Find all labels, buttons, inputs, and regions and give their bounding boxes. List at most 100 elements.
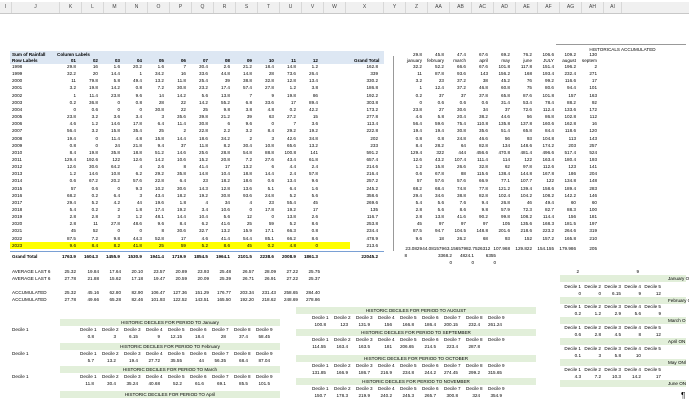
spreadsheet[interactable]: I J K L M N O P Q R S T U V W X Y Z AA AB AC AD AE AF AG AH AI Sum… bbox=[0, 0, 689, 400]
pivot-cell: 20 bbox=[92, 71, 98, 77]
mid-cell: 93 bbox=[526, 135, 532, 141]
mid-cell: 271 bbox=[589, 71, 597, 77]
pivot-cell: 35.8 bbox=[111, 149, 120, 155]
column-header-t[interactable]: T bbox=[258, 2, 280, 13]
pivot-cell: 55.2 bbox=[221, 99, 230, 105]
right-decile-header: Decile 1 bbox=[312, 386, 329, 391]
column-header-ad[interactable]: AD bbox=[494, 2, 516, 13]
column-header-l[interactable]: L bbox=[82, 2, 104, 13]
pivot-cell: 5.2 bbox=[289, 192, 296, 198]
mid-cell: 72.3 bbox=[523, 207, 532, 212]
mid-cell: 66.6 bbox=[457, 64, 466, 69]
pivot-cell: 2.6 bbox=[223, 64, 230, 69]
pivot-cell: 73.6 bbox=[287, 71, 296, 77]
pivot-cell: 2.8 bbox=[69, 221, 76, 227]
pivot-cell: 17.1 bbox=[265, 228, 274, 234]
hist-acc-frame-top bbox=[556, 44, 686, 45]
column-header-ag[interactable]: AG bbox=[560, 2, 582, 13]
column-header-ac[interactable]: AC bbox=[472, 2, 494, 13]
column-header-ai[interactable]: AI bbox=[604, 2, 622, 13]
pivot-cell: 30.6 bbox=[177, 228, 186, 234]
pivot-cell: 39.8 bbox=[199, 114, 208, 120]
column-header-j[interactable]: J bbox=[12, 2, 60, 13]
column-header-n[interactable]: N bbox=[126, 2, 148, 13]
right-decile-header: Decile 6 bbox=[422, 363, 439, 368]
right-decile-cell: 114.55 bbox=[312, 344, 326, 349]
pivot-cell: 2 bbox=[183, 128, 186, 134]
column-header-z[interactable]: Z bbox=[406, 2, 428, 13]
hist-acc-cell: Decile 4 bbox=[624, 346, 641, 351]
right-decile-header: Decile 3 bbox=[356, 386, 373, 391]
pivot-total-cell: 1719.9 bbox=[171, 254, 186, 259]
mid-cell: 148.8 bbox=[476, 228, 489, 234]
mid-cell: 97 bbox=[460, 221, 466, 227]
column-header-q[interactable]: Q bbox=[192, 2, 214, 13]
column-header-aa[interactable]: AA bbox=[428, 2, 450, 13]
hist-acc-cell: 2.9 bbox=[614, 311, 621, 316]
right-decile-header: Decile 2 bbox=[334, 337, 351, 342]
column-header-p[interactable]: P bbox=[170, 2, 192, 13]
column-header-y[interactable]: Y bbox=[384, 2, 406, 13]
mid-cell: 118.6 bbox=[564, 128, 576, 134]
pivot-cell: 0.8 bbox=[69, 142, 76, 148]
pivot-grand-total-value: 22045.2 bbox=[361, 254, 378, 259]
pivot-year-label: 2015 bbox=[12, 185, 23, 191]
pivot-total-cell: 1604.3 bbox=[83, 254, 98, 259]
right-decile-title: HISTORIC DECILES FOR PERIOD TO OCTOBER bbox=[363, 356, 469, 361]
pivot-cell: 14.4 bbox=[177, 135, 186, 141]
left-decile-header: Decile 8 bbox=[234, 327, 251, 332]
right-decile-cell: 206.65 bbox=[399, 344, 414, 349]
summary-cell: 25.32 bbox=[64, 269, 77, 274]
mid-cell: 57 bbox=[416, 178, 422, 184]
column-header-ah[interactable]: AH bbox=[582, 2, 604, 13]
column-header-k[interactable]: K bbox=[60, 2, 82, 13]
mid-cell: 101.8 bbox=[498, 64, 511, 69]
total-separator bbox=[10, 251, 384, 252]
pivot-cell: 18.6 bbox=[243, 178, 252, 184]
column-header-v[interactable]: V bbox=[302, 2, 324, 13]
column-header-w[interactable]: W bbox=[324, 2, 346, 13]
pivot-total-cell: 1941.4 bbox=[149, 254, 164, 259]
summary-cell: 27.78 bbox=[64, 297, 77, 302]
pivot-row-total: 214.6 bbox=[366, 164, 379, 170]
pivot-cell: 18.2 bbox=[221, 178, 230, 184]
pivot-cell: 22.8 bbox=[155, 178, 164, 184]
pivot-cell: 11 bbox=[93, 221, 98, 227]
pivot-cell: 41.4 bbox=[221, 235, 230, 241]
pivot-cell: 17.4 bbox=[155, 207, 164, 212]
column-header-s[interactable]: S bbox=[236, 2, 258, 13]
mid-cell: 38 bbox=[482, 78, 488, 84]
column-header-u[interactable]: U bbox=[280, 2, 302, 13]
hist-acc-cell: 3 bbox=[598, 353, 601, 358]
column-header-o[interactable]: O bbox=[148, 2, 170, 13]
hist-acc-cell: 8 bbox=[638, 332, 641, 337]
mid-cell: 76 bbox=[526, 78, 532, 84]
mid-cell: 117.8 bbox=[520, 64, 532, 69]
column-header-ab[interactable]: AB bbox=[450, 2, 472, 13]
pivot-total-cell: 1854.5 bbox=[193, 254, 208, 259]
pivot-row-total: 222.8 bbox=[366, 128, 379, 134]
column-header-af[interactable]: AF bbox=[538, 2, 560, 13]
right-decile-cell: 150.7 bbox=[314, 393, 327, 398]
pivot-row-total: 478.9 bbox=[366, 235, 379, 241]
mid-cell: 88.2 bbox=[567, 99, 576, 105]
right-decile-cell: 219.9 bbox=[358, 393, 371, 398]
column-header-m[interactable]: M bbox=[104, 2, 126, 13]
mid-cell: 93 bbox=[504, 235, 510, 241]
left-decile-cell: 68.4 bbox=[239, 358, 248, 363]
column-header-x[interactable]: X bbox=[346, 2, 384, 13]
column-header-r[interactable]: R bbox=[214, 2, 236, 13]
mid-cell: 1 bbox=[419, 85, 422, 91]
right-decile-header: Decile 4 bbox=[378, 363, 395, 368]
pivot-cell: 1.8 bbox=[135, 207, 142, 212]
pivot-cell: 42.6 bbox=[287, 135, 296, 141]
mid-cell: 27 bbox=[438, 106, 444, 112]
column-header-ae[interactable]: AE bbox=[516, 2, 538, 13]
left-decile-cell: 19.4 bbox=[129, 358, 138, 363]
summary-cell: 127.36 bbox=[172, 290, 187, 295]
column-header-bar: I J K L M N O P Q R S T U V W X Y Z AA AB AC AD AE AF AG AH AI bbox=[0, 2, 689, 14]
pivot-cell: 66.2 bbox=[287, 235, 296, 241]
column-header-i[interactable]: I bbox=[0, 2, 12, 13]
mid-cell: 87.6 bbox=[523, 92, 532, 98]
mid-extra-cell: 0 bbox=[449, 260, 452, 265]
